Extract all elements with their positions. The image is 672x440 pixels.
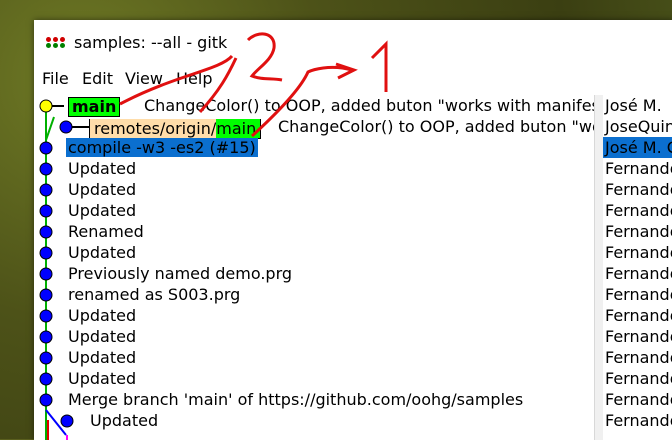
commit-author[interactable]: Fernando [605,242,672,263]
commit-message[interactable]: Updated [68,305,136,326]
commit-message[interactable]: ChangeColor() to OOP, added buton "works… [144,95,594,116]
commit-author[interactable]: Fernando [605,347,672,368]
menu-view[interactable]: View [125,69,163,88]
commit-author[interactable]: José M. [605,95,662,116]
graph-node[interactable] [39,246,53,260]
commit-message[interactable]: Updated [68,242,136,263]
graph-node[interactable] [39,288,53,302]
graph-node[interactable] [60,414,74,428]
graph-node[interactable] [39,267,53,281]
commit-message[interactable]: Updated [90,410,158,431]
graph-node[interactable] [39,309,53,323]
commit-message[interactable]: Updated [68,158,136,179]
remote-prefix: remotes/origin/ [90,119,217,138]
graph-node[interactable] [39,351,53,365]
commit-author[interactable]: Fernando [605,389,672,410]
menu-file[interactable]: File [42,69,69,88]
graph-node[interactable] [39,330,53,344]
graph-branch-line [45,116,55,141]
commit-message[interactable]: Updated [68,179,136,200]
commit-message[interactable]: Updated [68,347,136,368]
branch-tag-main[interactable]: main [68,97,121,117]
commit-author[interactable]: Fernando [605,284,672,305]
menu-help[interactable]: Help [176,69,212,88]
commit-author[interactable]: Fernando [605,326,672,347]
menu-edit[interactable]: Edit [82,69,113,88]
commit-message[interactable]: ChangeColor() to OOP, added buton "works… [278,116,594,137]
graph-node[interactable] [39,162,53,176]
commit-message-selected[interactable]: compile -w3 -es2 (#15) [66,138,258,157]
commit-author[interactable]: Fernando [605,179,672,200]
graph-node[interactable] [39,183,53,197]
commit-author[interactable]: JoseQuintas [605,116,672,137]
commit-author[interactable]: Fernando [605,305,672,326]
window-title: samples: --all - gitk [74,33,228,52]
commit-author[interactable]: Fernando [605,200,672,221]
gitk-app-icon [46,37,67,49]
commit-author-selected[interactable]: José M. C [603,137,672,158]
gitk-window: samples: --all - gitk File Edit View Hel… [34,20,672,440]
author-column[interactable]: José M. JoseQuintas José M. C Fernando F… [603,95,672,440]
commit-author[interactable]: Fernando [605,410,672,431]
commit-author[interactable]: Fernando [605,221,672,242]
commit-message[interactable]: Previously named demo.prg [68,263,292,284]
commit-message[interactable]: Updated [68,368,136,389]
graph-node[interactable] [39,204,53,218]
graph-head-node[interactable] [39,99,53,113]
commit-message[interactable]: Merge branch 'main' of https://github.co… [68,389,523,410]
menu-bar: File Edit View Help [34,69,672,91]
graph-node[interactable] [59,120,73,134]
title-bar: samples: --all - gitk [34,20,672,65]
commit-message[interactable]: Updated [68,200,136,221]
branch-tag-remote[interactable]: remotes/origin/main [89,119,262,139]
commit-message[interactable]: Renamed [68,221,144,242]
commit-list-pane[interactable]: main remotes/origin/main ChangeColor() t… [34,95,594,440]
remote-branch: main [216,119,261,138]
commit-message[interactable]: renamed as S003.prg [68,284,240,305]
graph-node[interactable] [39,372,53,386]
graph-node[interactable] [39,225,53,239]
graph-node[interactable] [39,393,53,407]
commit-author[interactable]: Fernando [605,368,672,389]
commit-author[interactable]: Fernando [605,263,672,284]
graph-node[interactable] [39,141,53,155]
commit-author[interactable]: Fernando [605,158,672,179]
commit-message[interactable]: Updated [68,326,136,347]
